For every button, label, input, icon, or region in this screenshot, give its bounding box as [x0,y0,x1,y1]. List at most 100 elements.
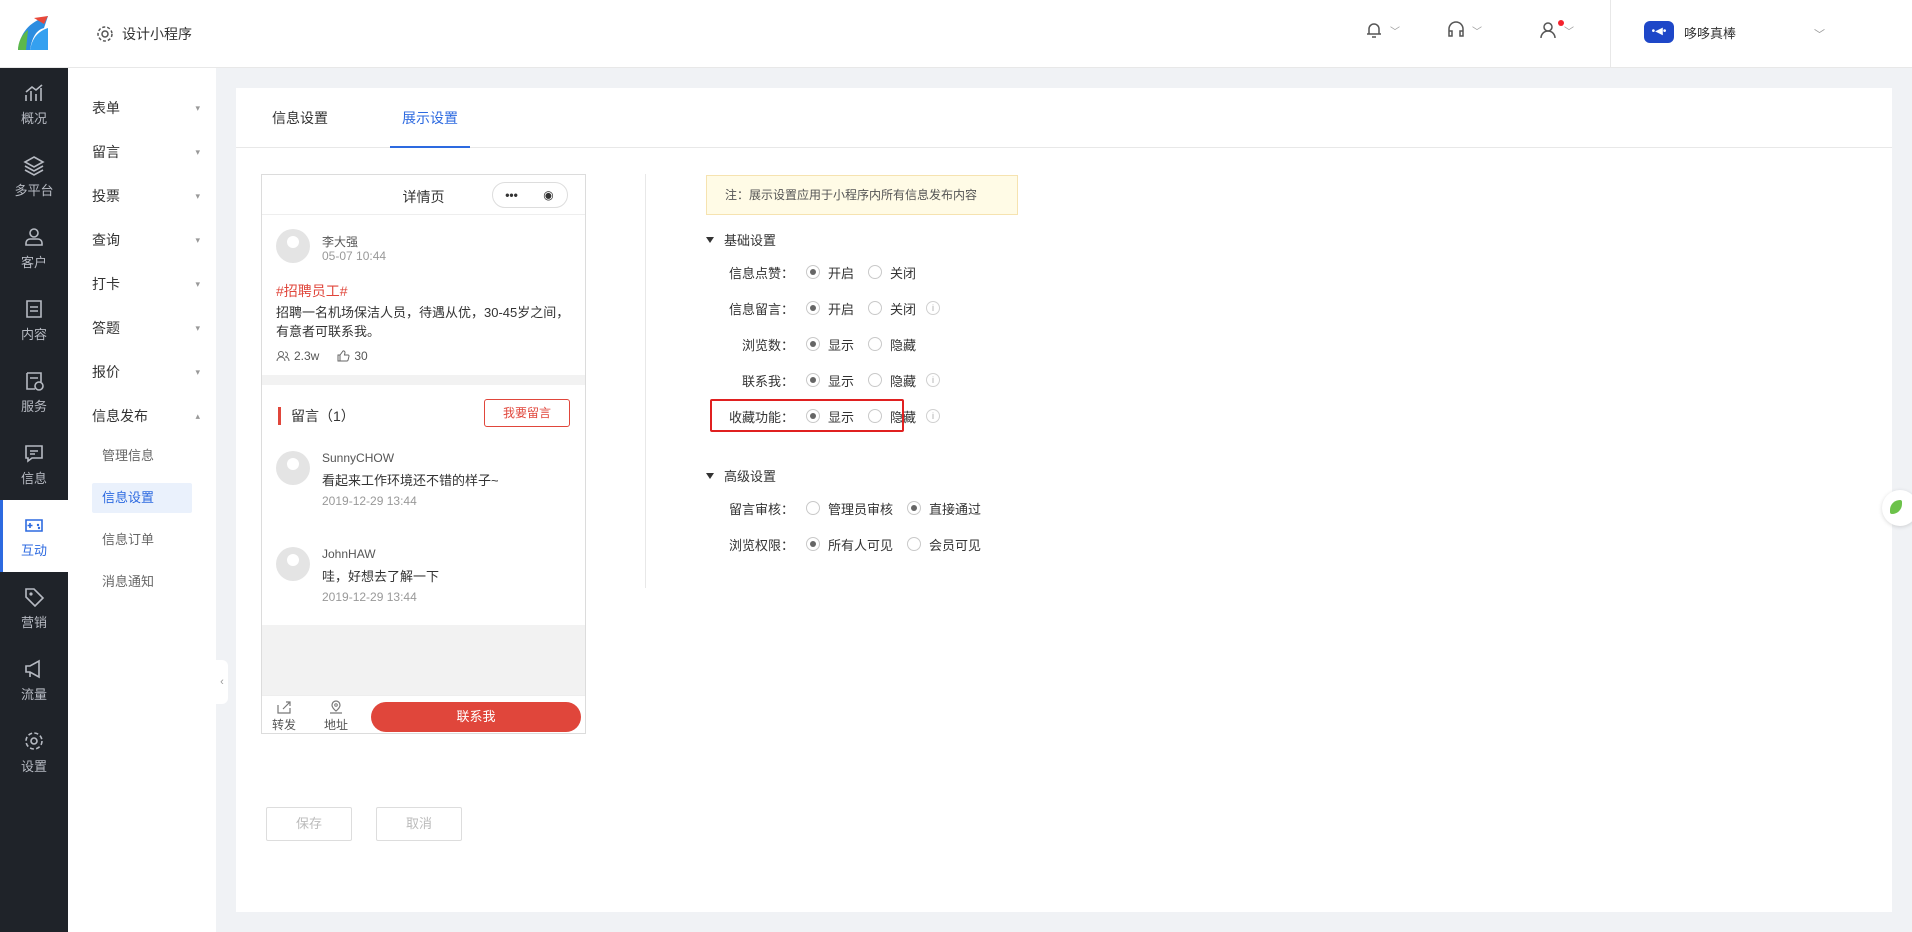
radio-option[interactable]: 所有人可见 [806,535,893,554]
app-logo-icon[interactable] [14,14,54,54]
sidebar-item-content[interactable]: 内容 [0,284,68,356]
radio-label: 所有人可见 [828,537,894,553]
sidebar-item-label: 流量 [20,686,47,702]
radio-button[interactable] [806,301,820,315]
section-title-text: 高级设置 [724,469,777,484]
advanced-settings-header[interactable]: 高级设置 [706,466,776,485]
account-switcher[interactable]: •◀• 哆哆真棒 [1644,21,1736,43]
save-button[interactable]: 保存 [266,807,352,841]
user-menu[interactable]: ﹀ [1538,20,1574,40]
tab-info-settings[interactable]: 信息设置 [260,88,340,148]
radio-label: 管理员审核 [828,501,894,517]
radio-option[interactable]: 显示 [806,335,854,354]
subnav-item-notifications[interactable]: 消息通知 [92,567,192,597]
info-icon[interactable]: i [926,301,941,315]
subnav-group-form[interactable]: 表单 ▾ [92,96,200,120]
cancel-button[interactable]: 取消 [376,807,462,841]
basic-settings-header[interactable]: 基础设置 [706,230,776,249]
radio-button[interactable] [806,537,820,551]
info-icon[interactable]: i [926,373,941,387]
location-icon [330,700,342,714]
share-button[interactable]: 转发 [264,700,304,733]
subnav-group-info-publish[interactable]: 信息发布 ▴ [92,404,200,428]
setting-row-views: 浏览数： 显示 隐藏 [706,334,930,354]
leave-comment-button[interactable]: 我要留言 [484,399,570,427]
radio-label: 关闭 [890,265,917,281]
radio-button[interactable] [806,373,820,387]
sidebar-item-multiplatform[interactable]: 多平台 [0,140,68,212]
chevron-down-icon[interactable]: ﹀ [1814,26,1825,42]
chevron-down-icon: ▾ [195,190,200,201]
collapse-nav-button[interactable]: ‹ [216,660,228,704]
comments-section: 留言（1） 我要留言 SunnyCHOW 看起来工作环境还不错的样子~ 2019… [262,385,585,625]
radio-option[interactable]: 会员可见 [907,535,981,554]
setting-label: 联系我： [741,373,794,389]
sidebar-item-customer[interactable]: 客户 [0,212,68,284]
radio-button[interactable] [806,265,820,279]
app-title[interactable]: 设计小程序 [96,24,192,44]
message-icon [25,444,43,463]
radio-option[interactable]: 管理员审核 [806,499,893,518]
setting-label: 浏览权限： [728,537,794,553]
caret-down-icon [706,236,714,243]
setting-row-like: 信息点赞： 开启 关闭 [706,262,930,282]
comment-author: SunnyCHOW [322,451,395,465]
radio-button[interactable] [907,537,922,551]
top-divider [1610,0,1611,68]
subnav-item-info-orders[interactable]: 信息订单 [92,525,192,555]
comment-text: 看起来工作环境还不错的样子~ [322,473,499,488]
radio-option[interactable]: 开启 [806,299,854,318]
subnav-group-checkin[interactable]: 打卡 ▾ [92,272,200,296]
sidebar-item-service[interactable]: 服务 [0,356,68,428]
comment-author: JohnHAW [322,547,376,561]
subnav-group-label: 打卡 [92,276,120,292]
setting-row-view-permission: 浏览权限： 所有人可见 会员可见 [706,534,995,554]
sidebar-item-interaction[interactable]: 互动 [0,500,68,572]
sidebar-item-message[interactable]: 信息 [0,428,68,500]
radio-button[interactable] [806,337,820,351]
radio-option[interactable]: 隐藏 [868,371,916,390]
sidebar-item-overview[interactable]: 概况 [0,68,68,140]
radio-option[interactable]: 开启 [806,263,854,282]
info-icon[interactable]: i [926,409,941,423]
floating-help-icon[interactable] [1882,490,1912,526]
support-menu[interactable]: ﹀ [1446,20,1482,40]
setting-row-comment-review: 留言审核： 管理员审核 直接通过 [706,498,995,518]
tab-display-settings[interactable]: 展示设置 [390,88,470,148]
settings-note: 注：展示设置应用于小程序内所有信息发布内容 [706,175,1018,215]
sidebar-item-label: 内容 [20,326,47,342]
radio-button[interactable] [868,373,883,387]
address-button[interactable]: 地址 [316,700,356,733]
sidebar-item-marketing[interactable]: 营销 [0,572,68,644]
subnav-group-quiz[interactable]: 答题 ▾ [92,316,200,340]
contact-me-button[interactable]: 联系我 [371,702,581,732]
subnav-group-vote[interactable]: 投票 ▾ [92,184,200,208]
radio-option[interactable]: 直接通过 [907,499,981,518]
chevron-down-icon: ▾ [195,102,200,113]
radio-button[interactable] [806,501,820,515]
radio-button[interactable] [868,337,883,351]
chevron-down-icon: ﹀ [1564,26,1574,38]
secondary-nav: 表单 ▾ 留言 ▾ 投票 ▾ 查询 ▾ 打卡 ▾ 答题 ▾ 报价 ▾ 信息发布 ▴ 管理信息 信… [68,68,216,932]
subnav-group-quote[interactable]: 报价 ▾ [92,360,200,384]
radio-option[interactable]: 显示 [806,371,854,390]
subnav-item-manage-info[interactable]: 管理信息 [92,441,192,471]
notification-menu[interactable]: ﹀ [1364,20,1400,40]
sidebar-item-label: 营销 [20,614,47,630]
radio-button[interactable] [907,501,922,515]
setting-label: 留言审核： [728,501,794,517]
radio-option[interactable]: 关闭 [868,299,916,318]
post-time: 05-07 10:44 [322,249,387,263]
sidebar-item-settings[interactable]: 设置 [0,716,68,788]
subnav-group-comments[interactable]: 留言 ▾ [92,140,200,164]
radio-option[interactable]: 隐藏 [868,335,916,354]
subnav-group-query[interactable]: 查询 ▾ [92,228,200,252]
account-logo-icon: •◀• [1644,21,1674,43]
sidebar-item-label: 互动 [20,542,47,558]
radio-button[interactable] [868,301,883,315]
subnav-item-info-settings[interactable]: 信息设置 [92,483,192,513]
radio-button[interactable] [868,265,883,279]
sidebar-item-traffic[interactable]: 流量 [0,644,68,716]
radio-option[interactable]: 关闭 [868,263,916,282]
app-title-text: 设计小程序 [122,26,192,42]
